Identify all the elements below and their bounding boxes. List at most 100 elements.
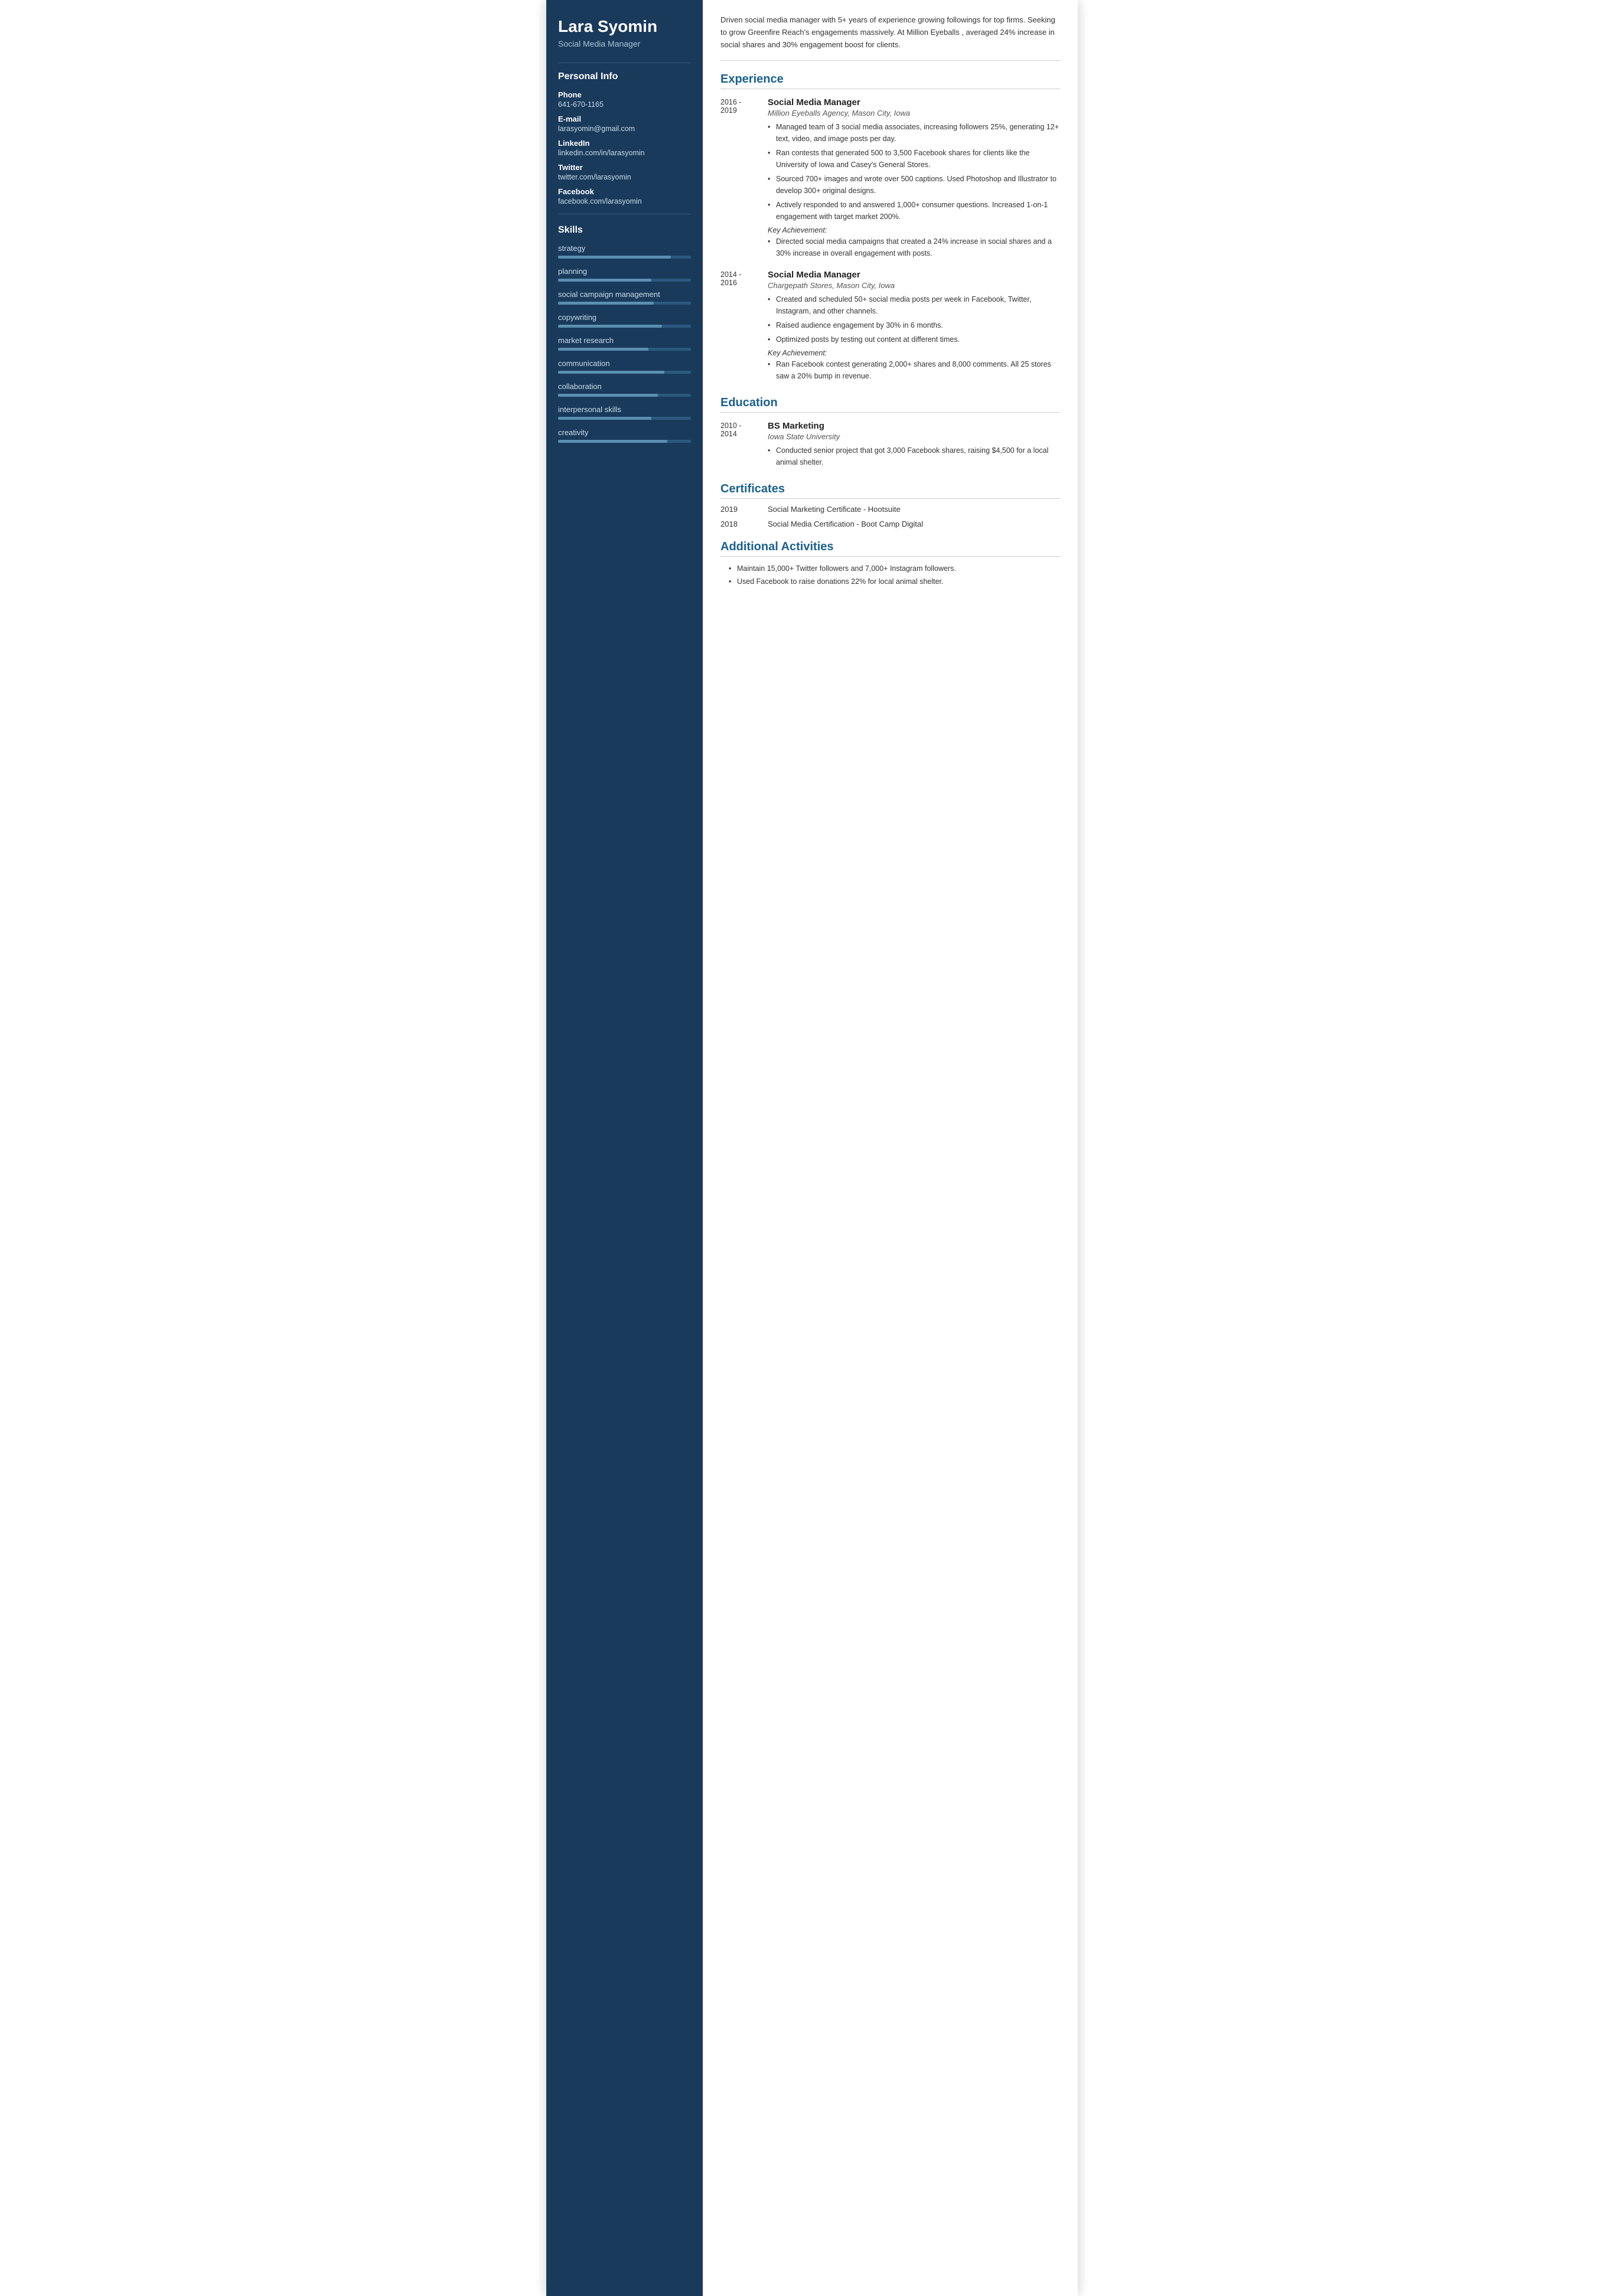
list-item: Managed team of 3 social media associate… <box>768 121 1060 145</box>
skill-name: collaboration <box>558 382 691 391</box>
skill-bar-bg <box>558 371 691 374</box>
exp-key-bullets-2: Ran Facebook contest generating 2,000+ s… <box>768 358 1060 382</box>
phone-label: Phone <box>558 90 691 99</box>
additional-title: Additional Activities <box>720 540 1060 557</box>
skills-title: Skills <box>558 225 691 236</box>
summary-text: Driven social media manager with 5+ year… <box>720 14 1060 61</box>
skill-name: market research <box>558 336 691 345</box>
cert-name-1: Social Marketing Certificate - Hootsuite <box>768 505 1060 514</box>
list-item: Maintain 15,000+ Twitter followers and 7… <box>729 563 1060 575</box>
skill-bar-bg <box>558 256 691 259</box>
linkedin-value: linkedin.com/in/larasyomin <box>558 149 691 157</box>
education-section: Education 2010 - 2014 BS Marketing Iowa … <box>720 396 1060 471</box>
list-item: Directed social media campaigns that cre… <box>768 236 1060 259</box>
sidebar: Lara Syomin Social Media Manager Persona… <box>546 0 703 2296</box>
education-title: Education <box>720 396 1060 413</box>
edu-bullets: Conducted senior project that got 3,000 … <box>768 445 1060 468</box>
list-item: Actively responded to and answered 1,000… <box>768 199 1060 223</box>
exp-company-2: Chargepath Stores, Mason City, Iowa <box>768 281 1060 290</box>
skill-interpersonal: interpersonal skills <box>558 405 691 420</box>
list-item: Sourced 700+ images and wrote over 500 c… <box>768 173 1060 197</box>
personal-info-section: Personal Info Phone 641-670-1165 E-mail … <box>558 71 691 205</box>
additional-bullets: Maintain 15,000+ Twitter followers and 7… <box>720 563 1060 588</box>
skill-market-research: market research <box>558 336 691 351</box>
edu-dates-1: 2010 - 2014 <box>720 421 768 471</box>
skill-communication: communication <box>558 359 691 374</box>
skill-name: strategy <box>558 244 691 253</box>
list-item: Used Facebook to raise donations 22% for… <box>729 576 1060 588</box>
skill-copywriting: copywriting <box>558 313 691 328</box>
skill-bar-bg <box>558 440 691 443</box>
key-achievement-label-1: Key Achievement: <box>768 226 1060 234</box>
candidate-job-title: Social Media Manager <box>558 39 691 48</box>
skill-name: copywriting <box>558 313 691 322</box>
email-label: E-mail <box>558 115 691 123</box>
skill-bar-fill <box>558 371 664 374</box>
edu-degree: BS Marketing <box>768 421 1060 431</box>
cert-entry-2: 2018 Social Media Certification - Boot C… <box>720 520 1060 528</box>
experience-title: Experience <box>720 73 1060 89</box>
cert-year-1: 2019 <box>720 505 768 514</box>
skill-bar-fill <box>558 348 648 351</box>
key-achievement-label-2: Key Achievement: <box>768 349 1060 357</box>
skill-bar-fill <box>558 394 658 397</box>
list-item: Created and scheduled 50+ social media p… <box>768 293 1060 317</box>
main-content: Driven social media manager with 5+ year… <box>703 0 1078 2296</box>
skill-bar-fill <box>558 256 671 259</box>
resume-container: Lara Syomin Social Media Manager Persona… <box>546 0 1078 2296</box>
twitter-label: Twitter <box>558 163 691 172</box>
facebook-value: facebook.com/larasyomin <box>558 197 691 205</box>
skill-bar-bg <box>558 417 691 420</box>
skill-bar-fill <box>558 417 651 420</box>
list-item: Conducted senior project that got 3,000 … <box>768 445 1060 468</box>
skill-bar-bg <box>558 325 691 328</box>
cert-entry-1: 2019 Social Marketing Certificate - Hoot… <box>720 505 1060 514</box>
skill-social-campaign: social campaign management <box>558 290 691 305</box>
experience-section: Experience 2016 - 2019 Social Media Mana… <box>720 73 1060 384</box>
name-block: Lara Syomin Social Media Manager <box>558 17 691 48</box>
skill-bar-bg <box>558 394 691 397</box>
exp-bullets-2: Created and scheduled 50+ social media p… <box>768 293 1060 345</box>
skill-name: creativity <box>558 428 691 437</box>
certificates-section: Certificates 2019 Social Marketing Certi… <box>720 482 1060 528</box>
list-item: Ran Facebook contest generating 2,000+ s… <box>768 358 1060 382</box>
exp-company-1: Million Eyeballs Agency, Mason City, Iow… <box>768 109 1060 117</box>
skill-strategy: strategy <box>558 244 691 259</box>
skill-name: planning <box>558 267 691 276</box>
skill-bar-fill <box>558 440 667 443</box>
list-item: Ran contests that generated 500 to 3,500… <box>768 147 1060 171</box>
skill-bar-fill <box>558 302 654 305</box>
exp-details-2: Social Media Manager Chargepath Stores, … <box>768 270 1060 384</box>
skill-bar-bg <box>558 302 691 305</box>
exp-key-bullets-1: Directed social media campaigns that cre… <box>768 236 1060 259</box>
cert-year-2: 2018 <box>720 520 768 528</box>
facebook-label: Facebook <box>558 187 691 196</box>
skill-name: social campaign management <box>558 290 691 299</box>
personal-info-title: Personal Info <box>558 71 691 82</box>
candidate-name: Lara Syomin <box>558 17 691 37</box>
list-item: Raised audience engagement by 30% in 6 m… <box>768 319 1060 331</box>
skill-creativity: creativity <box>558 428 691 443</box>
skill-planning: planning <box>558 267 691 282</box>
skills-section: Skills strategy planning social campaign… <box>558 225 691 443</box>
phone-value: 641-670-1165 <box>558 100 691 109</box>
exp-job-title-1: Social Media Manager <box>768 97 1060 107</box>
edu-entry-1: 2010 - 2014 BS Marketing Iowa State Univ… <box>720 421 1060 471</box>
exp-entry-2: 2014 - 2016 Social Media Manager Chargep… <box>720 270 1060 384</box>
skill-bar-fill <box>558 325 662 328</box>
twitter-value: twitter.com/larasyomin <box>558 173 691 181</box>
skill-bar-fill <box>558 279 651 282</box>
skill-name: communication <box>558 359 691 368</box>
exp-details-1: Social Media Manager Million Eyeballs Ag… <box>768 97 1060 262</box>
additional-activities-section: Additional Activities Maintain 15,000+ T… <box>720 540 1060 588</box>
exp-bullets-1: Managed team of 3 social media associate… <box>768 121 1060 223</box>
exp-job-title-2: Social Media Manager <box>768 270 1060 280</box>
exp-dates-2: 2014 - 2016 <box>720 270 768 384</box>
email-value: larasyomin@gmail.com <box>558 125 691 133</box>
edu-institution: Iowa State University <box>768 432 1060 441</box>
edu-details-1: BS Marketing Iowa State University Condu… <box>768 421 1060 471</box>
skill-bar-bg <box>558 279 691 282</box>
exp-entry-1: 2016 - 2019 Social Media Manager Million… <box>720 97 1060 262</box>
skill-bar-bg <box>558 348 691 351</box>
linkedin-label: LinkedIn <box>558 139 691 148</box>
